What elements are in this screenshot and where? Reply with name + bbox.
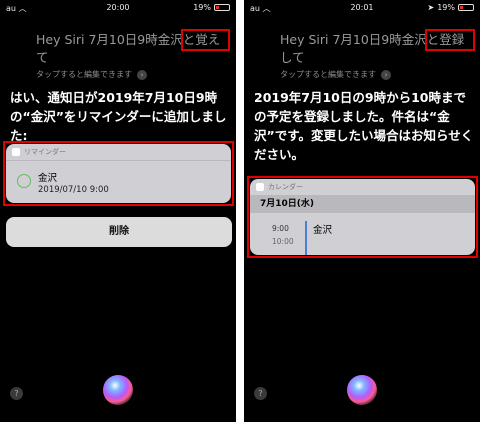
location-icon: ➤: [427, 3, 435, 12]
battery-indicator: 19%: [193, 3, 230, 12]
highlight-box: [247, 176, 478, 258]
siri-orb-icon[interactable]: [103, 375, 133, 405]
help-icon[interactable]: ?: [254, 387, 267, 400]
tap-to-edit-hint[interactable]: タップすると編集できます ›: [280, 69, 391, 80]
siri-orb-icon[interactable]: [347, 375, 377, 405]
battery-icon: [458, 4, 474, 11]
highlight-box: [181, 29, 230, 51]
siri-answer: 2019年7月10日の9時から10時までの予定を登録しました。件名は“金沢”です…: [254, 90, 474, 162]
help-icon[interactable]: ?: [10, 387, 23, 400]
reminder-screen: au ︿ 20:00 19% Hey Siri 7月10日9時金沢と覚えて タッ…: [0, 0, 236, 422]
battery-indicator: ➤ 19%: [428, 3, 474, 12]
calendar-screen: au ︿ 20:01 ➤ 19% Hey Siri 7月10日9時金沢と登録して…: [244, 0, 480, 422]
status-bar: au ︿ 20:00 19%: [0, 0, 236, 14]
status-bar: au ︿ 20:01 ➤ 19%: [244, 0, 480, 14]
tap-to-edit-hint[interactable]: タップすると編集できます ›: [36, 69, 147, 80]
highlight-box: [3, 141, 234, 206]
battery-icon: [214, 4, 230, 11]
chevron-right-icon: ›: [381, 69, 391, 80]
chevron-right-icon: ›: [137, 69, 147, 80]
delete-button[interactable]: 削除: [6, 217, 232, 247]
siri-answer: はい、通知日が2019年7月10日9時の“金沢”をリマインダーに追加しました:: [10, 90, 227, 143]
highlight-box: [425, 29, 475, 51]
